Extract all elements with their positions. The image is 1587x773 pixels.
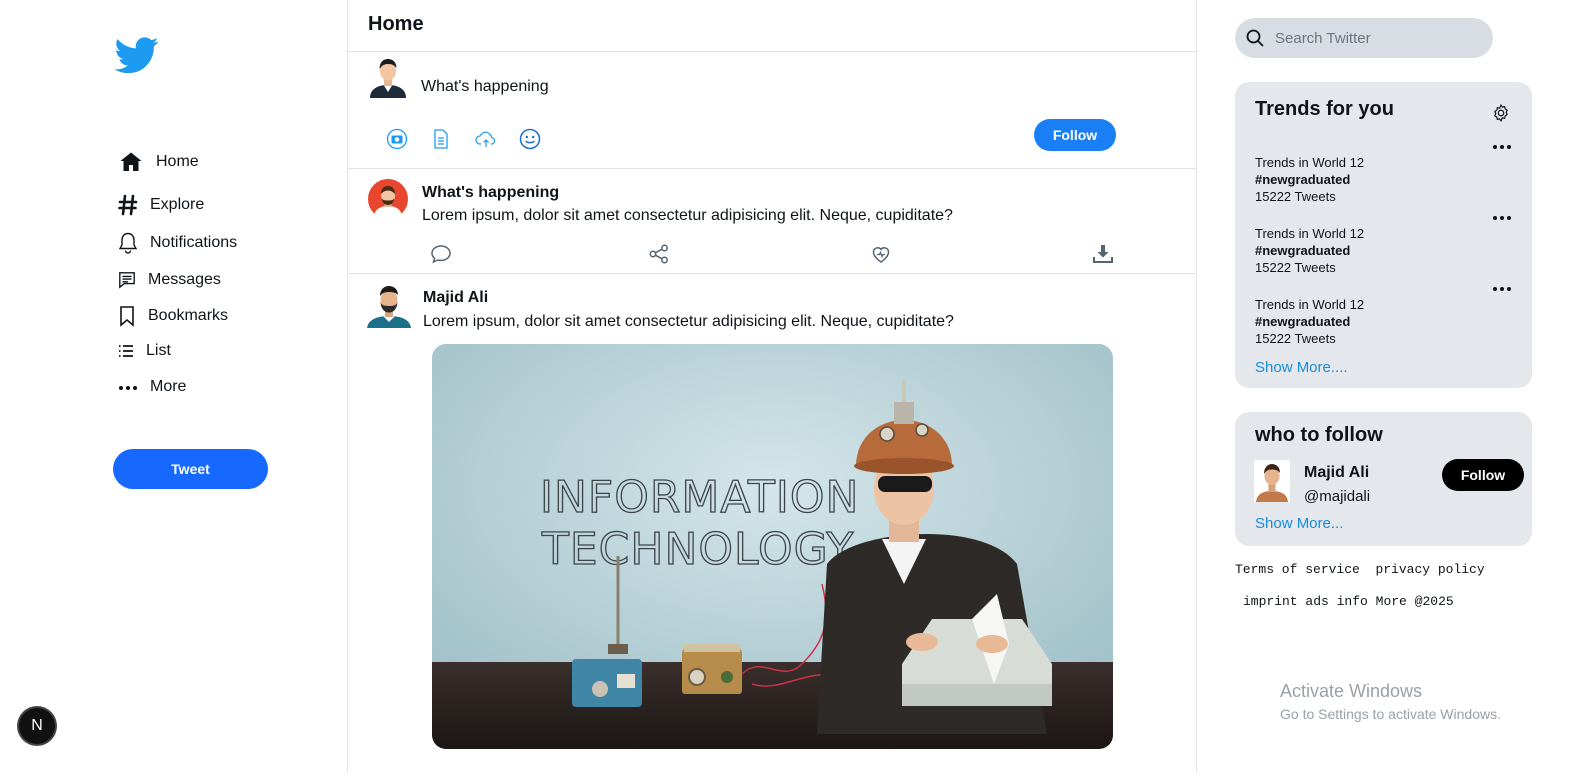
trends-show-more-link[interactable]: Show More.... bbox=[1255, 359, 1348, 376]
post-image[interactable]: INFORMATION TECHNOLOGY bbox=[432, 344, 1113, 749]
search-input[interactable] bbox=[1273, 28, 1477, 48]
imprint-link[interactable]: imprint bbox=[1243, 594, 1298, 609]
heart-icon[interactable] bbox=[869, 242, 893, 266]
trend-tag: #newgraduated bbox=[1255, 172, 1351, 187]
sidebar-item-bookmarks[interactable]: Bookmarks bbox=[118, 305, 228, 327]
download-icon[interactable] bbox=[1091, 242, 1115, 266]
trend-context: Trends in World 12 bbox=[1255, 226, 1365, 241]
bell-icon bbox=[118, 232, 138, 254]
sidebar-item-explore[interactable]: Explore bbox=[118, 193, 204, 217]
post-text: Lorem ipsum, dolor sit amet consectetur … bbox=[422, 207, 953, 224]
bookmark-icon bbox=[120, 306, 134, 327]
follow-user-button[interactable]: Follow bbox=[1442, 459, 1524, 491]
who-to-follow-title: who to follow bbox=[1255, 424, 1383, 446]
hash-icon bbox=[118, 194, 138, 216]
sidebar-item-home[interactable]: Home bbox=[118, 150, 199, 174]
footer-links-row1: Terms of service privacy policy bbox=[1235, 562, 1485, 577]
activate-windows-title: Activate Windows bbox=[1280, 681, 1423, 701]
trend-more-icon[interactable] bbox=[1492, 214, 1512, 222]
smile-icon[interactable] bbox=[519, 128, 541, 150]
image-text-line1: INFORMATION bbox=[540, 472, 859, 523]
post-text: Lorem ipsum, dolor sit amet consectetur … bbox=[423, 313, 954, 330]
terms-link[interactable]: Terms of service bbox=[1235, 562, 1360, 577]
trend-item[interactable]: Trends in World 12 #newgraduated 15222 T… bbox=[1255, 225, 1364, 276]
post-author-name[interactable]: Majid Ali bbox=[423, 289, 488, 307]
gear-icon[interactable] bbox=[1491, 103, 1511, 123]
trend-more-icon[interactable] bbox=[1492, 285, 1512, 293]
page-title: Home bbox=[368, 13, 424, 35]
trend-more-icon[interactable] bbox=[1492, 143, 1512, 151]
sidebar-item-label: Explore bbox=[150, 196, 205, 213]
feed-header: Home bbox=[348, 0, 1196, 52]
suggested-user-handle: @majidali bbox=[1304, 488, 1371, 505]
trend-count: 15222 Tweets bbox=[1255, 331, 1336, 346]
suggested-user-name[interactable]: Majid Ali bbox=[1304, 464, 1369, 482]
sidebar-item-notifications[interactable]: Notifications bbox=[118, 231, 237, 255]
sidebar-item-label: List bbox=[146, 342, 171, 359]
sidebar-item-more[interactable]: More bbox=[118, 377, 186, 397]
privacy-link[interactable]: privacy policy bbox=[1375, 562, 1484, 577]
who-to-follow-show-more-link[interactable]: Show More... bbox=[1255, 515, 1343, 532]
who-to-follow-card: who to follow Majid Ali @majidali Follow… bbox=[1235, 412, 1532, 546]
trend-tag: #newgraduated bbox=[1255, 314, 1351, 329]
search-bar[interactable] bbox=[1235, 18, 1493, 58]
trend-count: 15222 Tweets bbox=[1255, 260, 1336, 275]
sidebar-item-label: Home bbox=[156, 153, 199, 170]
tweet-button[interactable]: Tweet bbox=[113, 449, 268, 489]
sidebar-item-label: Notifications bbox=[150, 234, 238, 251]
avatar bbox=[367, 286, 411, 328]
camera-icon[interactable] bbox=[386, 128, 408, 150]
avatar bbox=[368, 54, 408, 98]
trend-item[interactable]: Trends in World 12 #newgraduated 15222 T… bbox=[1255, 154, 1364, 205]
share-icon[interactable] bbox=[647, 242, 671, 266]
next-dev-badge[interactable]: N bbox=[19, 708, 55, 744]
post-item: Majid Ali Lorem ipsum, dolor sit amet co… bbox=[348, 274, 1196, 773]
list-icon bbox=[119, 345, 133, 357]
copyright-text: @2025 bbox=[1414, 594, 1454, 609]
sidebar-item-list[interactable]: List bbox=[118, 342, 171, 360]
cloud-upload-icon[interactable] bbox=[475, 128, 497, 150]
trends-title: Trends for you bbox=[1255, 98, 1394, 120]
home-icon bbox=[120, 152, 142, 171]
sidebar-item-label: Messages bbox=[148, 271, 221, 288]
post-author-name[interactable]: What's happening bbox=[422, 184, 559, 202]
trend-item[interactable]: Trends in World 12 #newgraduated 15222 T… bbox=[1255, 296, 1364, 347]
more-dots-icon bbox=[119, 386, 137, 390]
twitter-logo-icon[interactable] bbox=[112, 33, 162, 77]
trends-card: Trends for you Trends in World 12 #newgr… bbox=[1235, 82, 1532, 388]
composer-follow-button[interactable]: Follow bbox=[1034, 119, 1116, 151]
tweet-composer: Follow bbox=[348, 52, 1196, 169]
image-text-line2: TECHNOLOGY bbox=[541, 524, 854, 575]
more-link[interactable]: More bbox=[1376, 594, 1407, 609]
search-icon bbox=[1246, 29, 1264, 47]
document-icon[interactable] bbox=[430, 128, 452, 150]
main-feed: Home Follow What's happening Lorem ipsu bbox=[347, 0, 1197, 773]
activate-windows-subtitle: Go to Settings to activate Windows. bbox=[1280, 706, 1501, 722]
trend-count: 15222 Tweets bbox=[1255, 189, 1336, 204]
trend-tag: #newgraduated bbox=[1255, 243, 1351, 258]
trend-context: Trends in World 12 bbox=[1255, 155, 1365, 170]
comment-icon[interactable] bbox=[429, 242, 453, 266]
sidebar-item-label: More bbox=[150, 378, 187, 395]
composer-input[interactable] bbox=[421, 78, 921, 96]
footer-links-row2: imprint ads info More @2025 bbox=[1243, 594, 1454, 609]
post-image-illustration: INFORMATION TECHNOLOGY bbox=[432, 344, 1113, 749]
avatar bbox=[368, 179, 408, 219]
message-icon bbox=[119, 272, 135, 289]
sidebar-item-label: Bookmarks bbox=[148, 307, 229, 324]
avatar bbox=[1254, 460, 1290, 502]
sidebar-item-messages[interactable]: Messages bbox=[118, 270, 221, 290]
post-item: What's happening Lorem ipsum, dolor sit … bbox=[348, 169, 1196, 274]
trend-context: Trends in World 12 bbox=[1255, 297, 1365, 312]
ads-info-link[interactable]: ads info bbox=[1305, 594, 1367, 609]
